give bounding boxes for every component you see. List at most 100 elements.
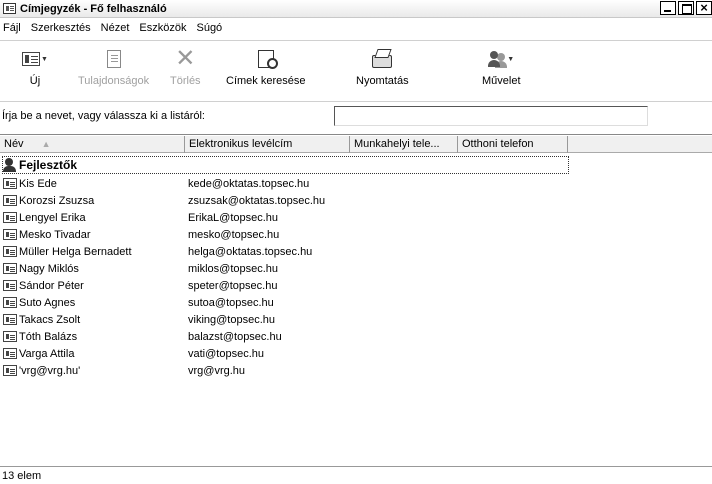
- properties-icon: [106, 50, 121, 68]
- contact-email: sutoa@topsec.hu: [188, 296, 274, 309]
- table-row[interactable]: Sándor Péter speter@topsec.hu: [0, 277, 712, 294]
- contact-name-cell: Korozsi Zsuzsa: [0, 195, 185, 207]
- contact-name: Suto Agnes: [19, 296, 76, 309]
- people-icon: [488, 50, 506, 68]
- contact-name: 'vrg@vrg.hu': [19, 364, 81, 377]
- delete-button-label: Törlés: [170, 75, 201, 87]
- find-people-button[interactable]: Címek keresése: [226, 47, 305, 87]
- window-controls: ×: [658, 1, 712, 15]
- table-row[interactable]: Lengyel Erika ErikaL@topsec.hu: [0, 209, 712, 226]
- title-bar: Címjegyzék - Fő felhasználó ×: [0, 0, 712, 18]
- print-button-label: Nyomtatás: [356, 75, 409, 87]
- contact-name: Kis Ede: [19, 177, 57, 190]
- menu-help[interactable]: Súgó: [191, 22, 227, 34]
- status-bar: 13 elem: [0, 466, 712, 484]
- contact-name: Nagy Miklós: [19, 262, 79, 275]
- contact-name: Varga Attila: [19, 347, 75, 360]
- menu-tools[interactable]: Eszközök: [134, 22, 191, 34]
- column-email[interactable]: Elektronikus levélcím: [185, 136, 350, 153]
- action-button[interactable]: ▼ Művelet: [482, 47, 521, 87]
- contact-email: kede@oktatas.topsec.hu: [188, 177, 310, 190]
- menu-view[interactable]: Nézet: [96, 22, 135, 34]
- contact-card-icon: [3, 263, 17, 274]
- contact-card-icon: [3, 246, 17, 257]
- contact-name: Lengyel Erika: [19, 211, 86, 224]
- contact-list: Név ▲ Elektronikus levélcím Munkahelyi te…: [0, 134, 712, 464]
- search-input[interactable]: [334, 106, 648, 126]
- delete-icon: ✕: [175, 45, 196, 72]
- contact-name: Müller Helga Bernadett: [19, 245, 132, 258]
- contact-name: Sándor Péter: [19, 279, 84, 292]
- table-row[interactable]: Kis Ede kede@oktatas.topsec.hu: [0, 175, 712, 192]
- group-name: Fejlesztők: [19, 158, 78, 172]
- contact-card-icon: [3, 314, 17, 325]
- action-button-label: Művelet: [482, 75, 521, 87]
- contact-email: viking@topsec.hu: [188, 313, 275, 326]
- contact-name: Takacs Zsolt: [19, 313, 81, 326]
- contact-name: Korozsi Zsuzsa: [19, 194, 95, 207]
- contact-name-cell: Mesko Tivadar: [0, 229, 185, 241]
- contact-email: mesko@topsec.hu: [188, 228, 280, 241]
- contact-email: zsuzsak@oktatas.topsec.hu: [188, 194, 326, 207]
- contact-card-icon: [3, 280, 17, 291]
- properties-button-label: Tulajdonságok: [78, 75, 150, 87]
- find-icon: [257, 50, 278, 69]
- new-contact-icon: [22, 52, 40, 66]
- contact-rows: Kis Ede kede@oktatas.topsec.hu Korozsi Zsu…: [0, 175, 712, 379]
- maximize-button[interactable]: [678, 1, 694, 15]
- contact-email: ErikaL@topsec.hu: [188, 211, 279, 224]
- table-row[interactable]: Suto Agnes sutoa@topsec.hu: [0, 294, 712, 311]
- contact-email: miklos@topsec.hu: [188, 262, 279, 275]
- list-header: Név ▲ Elektronikus levélcím Munkahelyi te…: [0, 136, 712, 153]
- contact-email: speter@topsec.hu: [188, 279, 278, 292]
- contact-email: vrg@vrg.hu: [188, 364, 246, 377]
- table-row[interactable]: Korozsi Zsuzsa zsuzsak@oktatas.topsec.hu: [0, 192, 712, 209]
- search-label: Írja be a nevet, vagy válassza ki a list…: [2, 110, 205, 122]
- chevron-down-icon: ▼: [507, 55, 515, 63]
- contact-email: balazst@topsec.hu: [188, 330, 282, 343]
- column-name-label: Név: [4, 138, 24, 150]
- column-home-phone[interactable]: Otthoni telefon: [458, 136, 568, 153]
- sort-up-icon: ▲: [41, 139, 51, 149]
- table-row[interactable]: Tóth Balázs balazst@topsec.hu: [0, 328, 712, 345]
- close-button[interactable]: ×: [696, 1, 712, 15]
- delete-button[interactable]: ✕ Törlés: [170, 45, 201, 88]
- contact-name: Mesko Tivadar: [19, 228, 91, 241]
- contact-card-icon: [3, 331, 17, 342]
- group-icon: [3, 158, 17, 172]
- column-work-phone[interactable]: Munkahelyi tele...: [350, 136, 458, 153]
- table-row[interactable]: Varga Attila vati@topsec.hu: [0, 345, 712, 362]
- new-button[interactable]: ▼ Új: [22, 47, 48, 87]
- contact-name-cell: Nagy Miklós: [0, 263, 185, 275]
- contact-card-icon: [3, 297, 17, 308]
- contact-name-cell: Lengyel Erika: [0, 212, 185, 224]
- menu-file[interactable]: Fájl: [0, 22, 26, 34]
- table-row[interactable]: Takacs Zsolt viking@topsec.hu: [0, 311, 712, 328]
- minimize-button[interactable]: [660, 1, 676, 15]
- contact-card-icon: [3, 195, 17, 206]
- contact-card-icon: [3, 365, 17, 376]
- contact-card-icon: [3, 178, 17, 189]
- table-row[interactable]: Müller Helga Bernadett helga@oktatas.tops…: [0, 243, 712, 260]
- contact-card-icon: [3, 348, 17, 359]
- table-row[interactable]: Nagy Miklós miklos@topsec.hu: [0, 260, 712, 277]
- menu-bar: Fájl Szerkesztés Nézet Eszközök Súgó: [0, 19, 712, 37]
- print-button[interactable]: Nyomtatás: [356, 47, 409, 87]
- printer-icon: [372, 54, 393, 68]
- contact-name-cell: Suto Agnes: [0, 297, 185, 309]
- contact-name-cell: Sándor Péter: [0, 280, 185, 292]
- status-text: 13 elem: [2, 469, 42, 482]
- chevron-down-icon: ▼: [41, 55, 48, 63]
- window-title: Címjegyzék - Fő felhasználó: [20, 2, 167, 15]
- properties-button[interactable]: Tulajdonságok: [78, 47, 149, 87]
- contact-name: Tóth Balázs: [19, 330, 78, 343]
- toolbar: ▼ Új Tulajdonságok ✕ Törlés Címek keresé…: [0, 40, 712, 102]
- contact-email: helga@oktatas.topsec.hu: [188, 245, 313, 258]
- contact-name-cell: Takacs Zsolt: [0, 314, 185, 326]
- column-name[interactable]: Név ▲: [0, 136, 185, 153]
- table-row[interactable]: Mesko Tivadar mesko@topsec.hu: [0, 226, 712, 243]
- contact-email: vati@topsec.hu: [188, 347, 264, 360]
- menu-edit[interactable]: Szerkesztés: [26, 22, 96, 34]
- group-row[interactable]: Fejlesztők: [2, 156, 569, 174]
- table-row[interactable]: 'vrg@vrg.hu' vrg@vrg.hu: [0, 362, 712, 379]
